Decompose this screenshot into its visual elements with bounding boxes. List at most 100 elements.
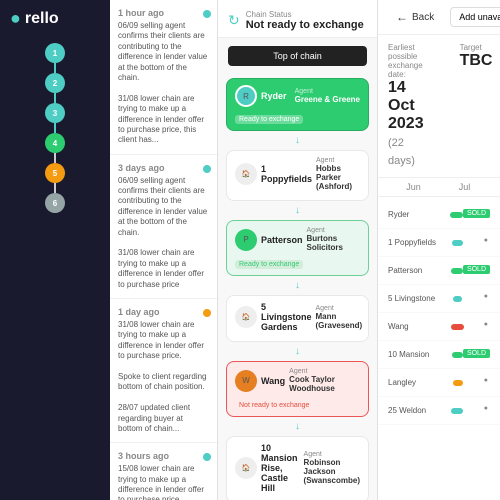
chain-card-patterson[interactable]: P Patterson Agent Burtons Solicitors Rea…	[226, 220, 369, 276]
exchange-date-text: 14 Oct 2023	[388, 79, 424, 132]
sidebar: ● rello 1 2 3 4 5 6	[0, 0, 110, 500]
timeline-bar-wang	[451, 324, 464, 330]
agent-name-ryder: Greene & Greene	[295, 95, 360, 104]
chain-status-header: ↻ Chain Status Not ready to exchange	[218, 0, 377, 38]
avatar-livingstone: 🏠	[235, 306, 257, 328]
activity-text-1: 06/09 selling agent confirms their clien…	[118, 21, 209, 146]
avatar-poppyfields: 🏠	[235, 163, 257, 185]
activity-item-4: 3 hours ago 15/08 lower chain are trying…	[110, 443, 217, 500]
agent-label-patterson: Agent	[307, 227, 360, 234]
dot-wang: ●	[484, 321, 488, 328]
agent-name-patterson: Burtons Solicitors	[307, 234, 360, 252]
exchange-date-section: Earliest possible exchange date: 14 Oct …	[378, 35, 500, 178]
timeline-name-poppyfields: 1 Poppyfields	[388, 238, 448, 247]
dot-livingstone: ●	[484, 293, 488, 300]
agent-name-livingstone: Mann (Gravesend)	[316, 312, 363, 330]
badge-patterson: Ready to exchange	[235, 260, 303, 269]
right-header: ← Back Add unavailable time Propose comp…	[378, 0, 500, 35]
step-node-1[interactable]: 1	[45, 43, 65, 63]
timeline-month-jul: Jul	[439, 182, 490, 192]
agent-label-livingstone: Agent	[316, 305, 363, 312]
badge-wang: Not ready to exchange	[235, 401, 313, 410]
agent-label-mansion: Agent	[304, 451, 360, 458]
timeline-bar-area-ryder: SOLD	[448, 209, 490, 221]
target-label: Target	[460, 43, 493, 52]
timeline-bar-area-mansion: SOLD	[448, 349, 490, 361]
timeline-row-poppyfields: 1 Poppyfields ●	[378, 229, 500, 257]
timeline-row-wang: Wang ●	[378, 313, 500, 341]
activity-dot-2	[203, 165, 211, 173]
timeline-bar-langley	[453, 380, 463, 386]
card-name-poppyfields: 1 Poppyfields	[261, 164, 312, 184]
agent-label-ryder: Agent	[295, 88, 360, 95]
activity-time-4: 3 hours ago	[118, 451, 209, 461]
agent-name-poppyfields: Hobbs Parker (Ashford)	[316, 164, 360, 191]
logo-text: rello	[25, 10, 59, 28]
activity-text-2: 06/09 selling agent confirms their clien…	[118, 176, 209, 290]
activity-time-2: 3 days ago	[118, 163, 209, 173]
activity-item-1: 1 hour ago 06/09 selling agent confirms …	[110, 0, 217, 155]
step-node-2[interactable]: 2	[45, 73, 65, 93]
right-panel: ← Back Add unavailable time Propose comp…	[378, 0, 500, 500]
chain-card-poppyfields[interactable]: 🏠 1 Poppyfields Agent Hobbs Parker (Ashf…	[226, 150, 369, 201]
activity-text-3: 31/08 lower chain are trying to make up …	[118, 320, 209, 434]
step-connector-4	[54, 153, 56, 163]
card-name-patterson: Patterson	[261, 235, 303, 245]
badge-ryder: Ready to exchange	[235, 115, 303, 124]
activity-feed: 1 hour ago 06/09 selling agent confirms …	[110, 0, 218, 500]
timeline-name-patterson: Patterson	[388, 266, 448, 275]
avatar-patterson: P	[235, 229, 257, 251]
chain-steps: 1 2 3 4 5 6	[0, 37, 110, 219]
card-name-livingstone: 5 Livingstone Gardens	[261, 302, 312, 332]
timeline-bar-area-weldon: ●	[448, 405, 490, 417]
card-name-mansion: 10 Mansion Rise, Castle Hill	[261, 443, 300, 493]
add-unavailable-button[interactable]: Add unavailable time	[450, 7, 500, 27]
timeline-header: Jun Jul	[378, 178, 500, 197]
timeline-bar-livingstone	[453, 296, 462, 302]
timeline-bar-mansion	[452, 352, 463, 358]
activity-time-1: 1 hour ago	[118, 8, 209, 18]
timeline-row-langley: Langley ●	[378, 369, 500, 397]
agent-label-wang: Agent	[289, 368, 360, 375]
activity-text-4: 15/08 lower chain are trying to make up …	[118, 464, 209, 500]
timeline-month-jun: Jun	[388, 182, 439, 192]
timeline-bar-area-wang: ●	[448, 321, 490, 333]
timeline-name-wang: Wang	[388, 322, 448, 331]
timeline-bar-area-poppyfields: ●	[448, 237, 490, 249]
sold-badge-mansion: SOLD	[463, 349, 490, 358]
chain-card-mansion[interactable]: 🏠 10 Mansion Rise, Castle Hill Agent Rob…	[226, 436, 369, 500]
agent-label-poppyfields: Agent	[316, 157, 360, 164]
activity-time-3: 1 day ago	[118, 307, 209, 317]
step-node-6[interactable]: 6	[45, 193, 65, 213]
chain-card-livingstone[interactable]: 🏠 5 Livingstone Gardens Agent Mann (Grav…	[226, 295, 369, 342]
timeline-bar-area-livingstone: ●	[448, 293, 490, 305]
timeline-name-weldon: 25 Weldon	[388, 406, 448, 415]
dot-weldon: ●	[484, 405, 488, 412]
sold-badge-ryder: SOLD	[463, 209, 490, 218]
chain-status-icon: ↻	[228, 12, 240, 29]
step-node-3[interactable]: 3	[45, 103, 65, 123]
card-name-wang: Wang	[261, 376, 285, 386]
timeline-name-livingstone: 5 Livingstone	[388, 294, 448, 303]
step-node-5[interactable]: 5	[45, 163, 65, 183]
earliest-date-label: Earliest possible exchange date:	[388, 43, 424, 79]
activity-dot-3	[203, 309, 211, 317]
activity-item-3: 1 day ago 31/08 lower chain are trying t…	[110, 299, 217, 443]
timeline-name-langley: Langley	[388, 378, 448, 387]
avatar-ryder: R	[235, 85, 257, 107]
chain-card-wang[interactable]: W Wang Agent Cook Taylor Woodhouse Not r…	[226, 361, 369, 417]
avatar-mansion: 🏠	[235, 457, 257, 479]
chain-card-ryder[interactable]: R Ryder Agent Greene & Greene Ready to e…	[226, 78, 369, 131]
chain-status-label: Chain Status	[246, 10, 364, 19]
timeline-row-patterson: Patterson SOLD	[378, 257, 500, 285]
back-arrow-icon: ←	[396, 10, 408, 24]
step-node-4[interactable]: 4	[45, 133, 65, 153]
avatar-wang: W	[235, 370, 257, 392]
chain-arrow-2: ↓	[295, 205, 300, 216]
back-button[interactable]: ← Back	[388, 6, 442, 28]
earliest-date-value: 14 Oct 2023 (22 days)	[388, 79, 424, 169]
activity-dot-4	[203, 453, 211, 461]
top-of-chain-button[interactable]: Top of chain	[228, 46, 367, 66]
step-connector-3	[54, 123, 56, 133]
dot-langley: ●	[484, 377, 488, 384]
